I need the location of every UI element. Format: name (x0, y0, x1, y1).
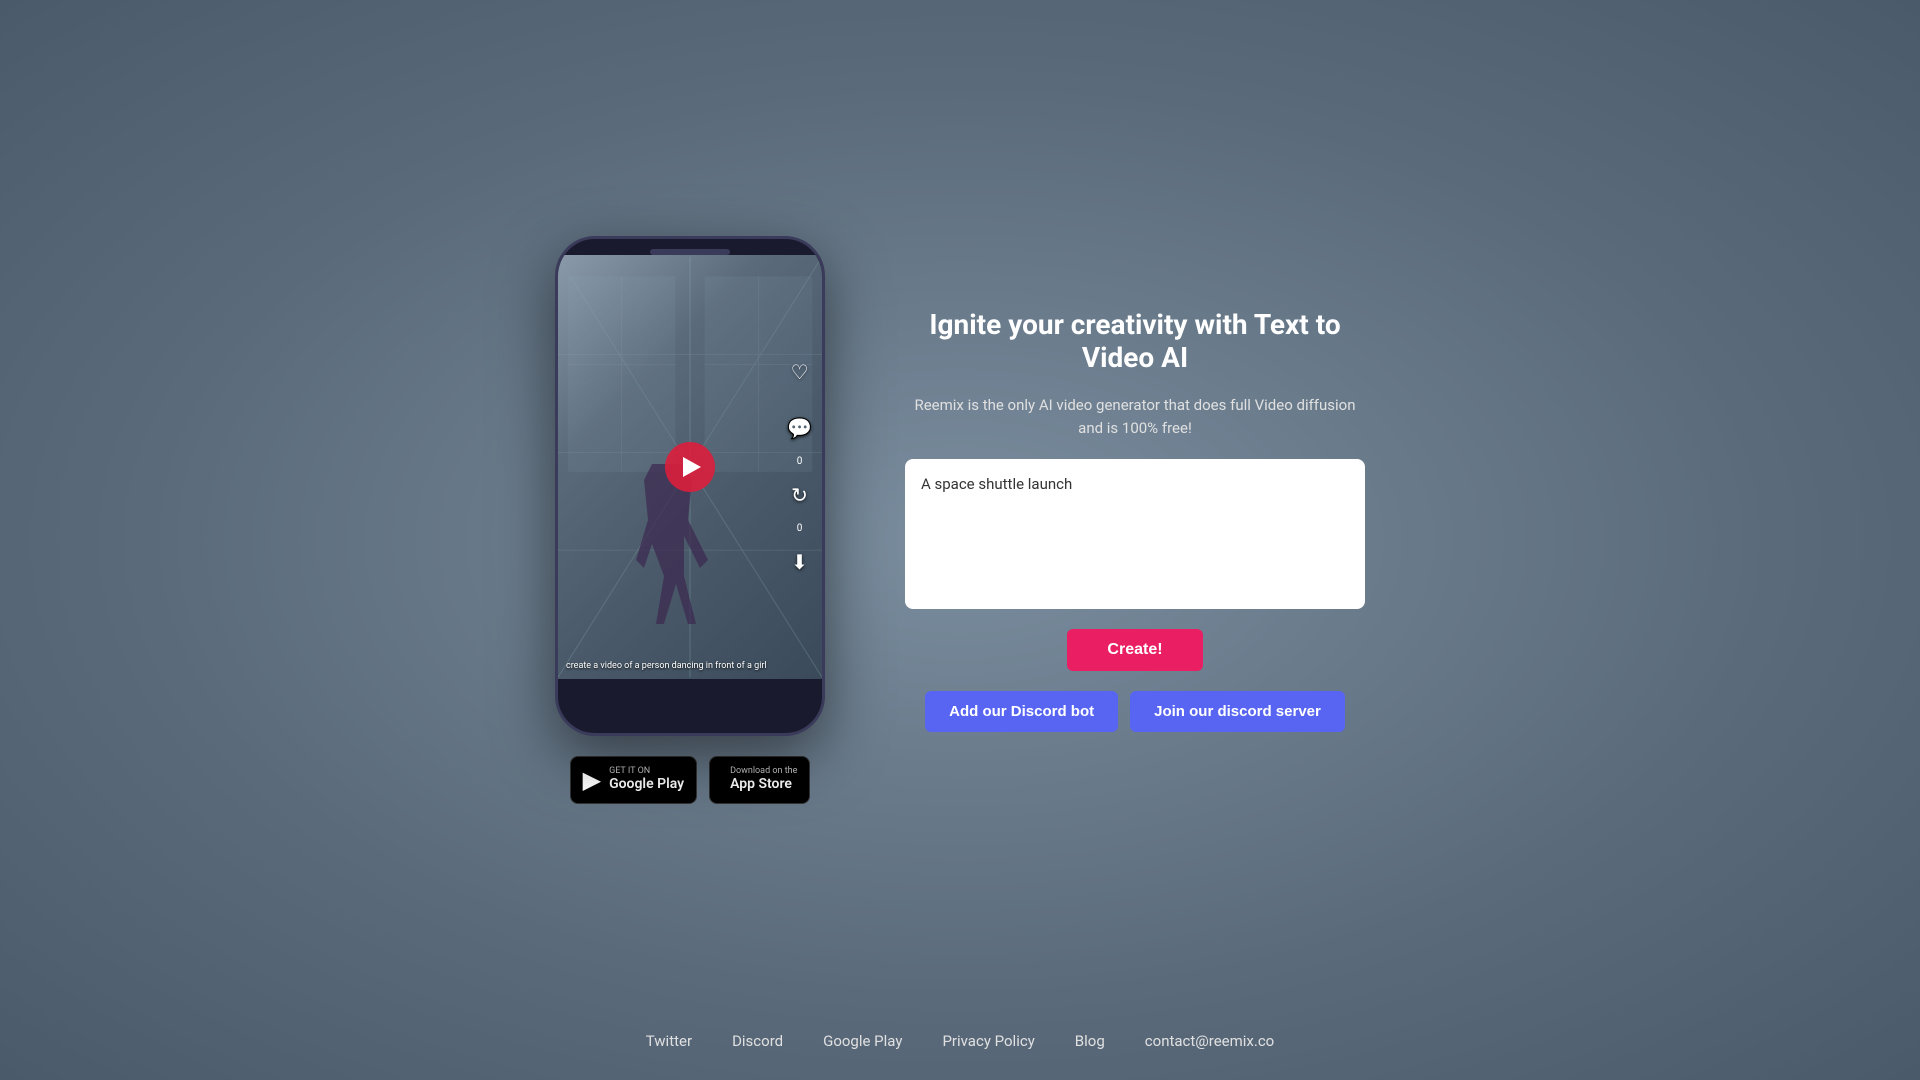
app-store-text: Download on the App Store (730, 767, 797, 793)
footer-link-contact[interactable]: contact@reemix.co (1145, 1032, 1274, 1050)
download-icon[interactable]: ⬇ (791, 550, 808, 574)
comment-icon[interactable]: 💬 (787, 416, 812, 440)
app-store-prelabel: Download on the (730, 767, 797, 776)
refresh-icon[interactable]: ↻ (791, 483, 808, 507)
right-panel: Ignite your creativity with Text to Vide… (905, 308, 1365, 732)
play-icon (683, 457, 701, 477)
discord-buttons: Add our Discord bot Join our discord ser… (905, 691, 1365, 732)
footer: Twitter Discord Google Play Privacy Poli… (0, 1032, 1920, 1050)
google-play-label: Google Play (609, 776, 684, 793)
main-content: ♡ 💬 0 ↻ 0 ⬇ create a video of a person d… (555, 236, 1365, 804)
phone-caption: create a video of a person dancing in fr… (566, 661, 814, 671)
footer-link-blog[interactable]: Blog (1075, 1032, 1105, 1050)
footer-link-google-play[interactable]: Google Play (823, 1032, 902, 1050)
store-badges: ▶ GET IT ON Google Play Download on the … (570, 756, 811, 804)
google-play-text: GET IT ON Google Play (609, 767, 684, 793)
google-play-icon: ▶ (583, 766, 601, 794)
phone-container: ♡ 💬 0 ↻ 0 ⬇ create a video of a person d… (555, 236, 825, 804)
app-store-badge[interactable]: Download on the App Store (709, 756, 810, 804)
play-button[interactable] (665, 442, 715, 492)
hero-title: Ignite your creativity with Text to Vide… (905, 308, 1365, 374)
google-play-prelabel: GET IT ON (609, 767, 684, 776)
footer-link-discord[interactable]: Discord (732, 1032, 783, 1050)
create-button[interactable]: Create! (1067, 629, 1202, 671)
prompt-input[interactable] (905, 459, 1365, 609)
google-play-badge[interactable]: ▶ GET IT ON Google Play (570, 756, 697, 804)
phone-mockup: ♡ 💬 0 ↻ 0 ⬇ create a video of a person d… (555, 236, 825, 736)
add-discord-bot-button[interactable]: Add our Discord bot (925, 691, 1118, 732)
footer-link-twitter[interactable]: Twitter (646, 1032, 692, 1050)
phone-screen: ♡ 💬 0 ↻ 0 ⬇ create a video of a person d… (558, 255, 822, 679)
hero-subtitle: Reemix is the only AI video generator th… (905, 394, 1365, 439)
join-discord-server-button[interactable]: Join our discord server (1130, 691, 1345, 732)
footer-link-privacy-policy[interactable]: Privacy Policy (942, 1032, 1034, 1050)
heart-icon[interactable]: ♡ (791, 360, 809, 384)
app-store-label: App Store (730, 776, 797, 793)
phone-video-background: ♡ 💬 0 ↻ 0 ⬇ create a video of a person d… (558, 255, 822, 679)
phone-overlay-ui: ♡ 💬 0 ↻ 0 ⬇ (787, 360, 812, 574)
